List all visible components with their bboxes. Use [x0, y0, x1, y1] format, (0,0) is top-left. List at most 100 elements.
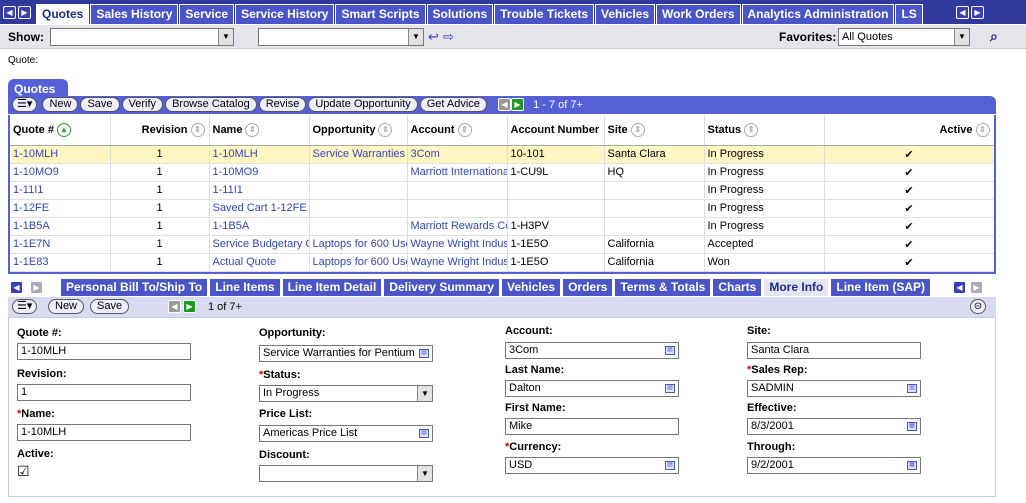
verify-button[interactable]: Verify: [121, 97, 164, 112]
table-row[interactable]: 1-1E83 1 Actual Quote Laptops for 600 Use Wa…: [10, 253, 994, 272]
table-cell[interactable]: 1-11I1: [10, 181, 111, 200]
tab-scroll-right-icon[interactable]: ▶: [30, 281, 43, 294]
tab-scroll-left-icon[interactable]: ◀: [3, 6, 16, 19]
site-field[interactable]: Santa Clara: [747, 342, 921, 359]
detail-tab-orders[interactable]: Orders: [562, 278, 614, 297]
tab-service-history[interactable]: Service History: [235, 4, 335, 24]
column-header-active[interactable]: Active ⇕: [824, 115, 994, 146]
table-cell[interactable]: Laptops for 600 Use: [309, 253, 408, 272]
next-record-icon[interactable]: ▶: [511, 98, 524, 111]
sort-icon[interactable]: ⇕: [190, 122, 205, 137]
column-header-revision[interactable]: Revision ⇕: [110, 115, 210, 146]
go-back-arrow-icon[interactable]: ↩: [428, 29, 439, 45]
discount-select[interactable]: ▼: [259, 465, 433, 482]
currency-field[interactable]: USD ▤: [505, 457, 679, 474]
tab-scroll-left-icon[interactable]: ◀: [10, 281, 23, 294]
table-cell[interactable]: 1-1E83: [10, 253, 111, 272]
show-select[interactable]: ▼: [50, 28, 234, 46]
table-cell[interactable]: [309, 163, 408, 182]
previous-record-icon[interactable]: ◀: [498, 98, 511, 111]
revision-field[interactable]: 1: [17, 384, 191, 401]
column-header-status[interactable]: Status ⇕: [704, 115, 825, 146]
detail-tab-vehicles[interactable]: Vehicles: [501, 278, 562, 297]
menu-button[interactable]: ☰▾: [12, 97, 38, 112]
table-cell[interactable]: Marriott Rewards Co: [407, 217, 508, 236]
table-cell[interactable]: Laptops for 600 Use: [309, 235, 408, 254]
calendar-icon[interactable]: ▦: [907, 461, 917, 470]
account-field[interactable]: 3Com ▤: [505, 342, 679, 359]
table-cell[interactable]: 1-10MO9: [209, 163, 310, 182]
sort-icon[interactable]: ⇕: [245, 122, 260, 137]
table-cell[interactable]: Actual Quote: [209, 253, 310, 272]
tab-quotes[interactable]: Quotes: [36, 4, 90, 24]
show-filter-select[interactable]: ▼: [258, 28, 424, 46]
favorites-select[interactable]: All Quotes ▼: [838, 28, 970, 46]
column-header-quote[interactable]: Quote # ▲: [10, 115, 111, 146]
quote-number-field[interactable]: 1-10MLH: [17, 343, 191, 360]
table-cell[interactable]: Saved Cart 1-12FE: [209, 199, 310, 218]
table-cell[interactable]: [407, 181, 508, 200]
table-cell[interactable]: 1-10MO9: [10, 163, 111, 182]
binoculars-icon[interactable]: ⌕: [990, 28, 998, 45]
picker-icon[interactable]: ▤: [419, 429, 429, 438]
table-cell[interactable]: [309, 199, 408, 218]
last-name-field[interactable]: Dalton ▤: [505, 380, 679, 397]
expand-form-icon[interactable]: ⊝: [970, 299, 986, 314]
table-row[interactable]: 1-1B5A 1 1-1B5A Marriott Rewards Co 1-H3PV In…: [10, 217, 994, 236]
revise-button[interactable]: Revise: [258, 97, 307, 112]
table-cell[interactable]: 1-1E7N: [10, 235, 111, 254]
table-cell[interactable]: [407, 199, 508, 218]
tab-analytics-administration[interactable]: Analytics Administration: [741, 4, 895, 24]
effective-field[interactable]: 8/3/2001 ▦: [747, 418, 921, 435]
update-opportunity-button[interactable]: Update Opportunity: [308, 97, 418, 112]
table-cell[interactable]: 3Com: [407, 145, 508, 164]
table-cell[interactable]: [309, 217, 408, 236]
table-cell[interactable]: 1-10MLH: [209, 145, 310, 164]
table-cell[interactable]: Service Warranties: [309, 145, 408, 164]
browse-catalog-button[interactable]: Browse Catalog: [165, 97, 257, 112]
detail-tab-line-item-sap[interactable]: Line Item (SAP): [830, 278, 932, 297]
detail-tab-line-items[interactable]: Line Items: [209, 278, 281, 297]
picker-icon[interactable]: ▤: [665, 384, 675, 393]
form-save-button[interactable]: Save: [90, 299, 130, 314]
tab-smart-scripts[interactable]: Smart Scripts: [335, 4, 426, 24]
sort-ascending-icon[interactable]: ▲: [56, 122, 71, 137]
tab-ls[interactable]: LS: [895, 4, 923, 24]
tab-service[interactable]: Service: [179, 4, 235, 24]
next-record-icon[interactable]: ▶: [183, 300, 196, 313]
tab-work-orders[interactable]: Work Orders: [656, 4, 741, 24]
tab-scroll-left-end-icon[interactable]: ◀: [956, 6, 969, 19]
table-row[interactable]: 1-12FE 1 Saved Cart 1-12FE In Progress ✔: [10, 199, 994, 218]
form-new-button[interactable]: New: [48, 299, 85, 314]
sort-icon[interactable]: ⇕: [744, 122, 759, 137]
detail-tab-more-info[interactable]: More Info: [763, 278, 830, 297]
new-button[interactable]: New: [42, 97, 79, 112]
table-cell[interactable]: 1-10MLH: [10, 145, 111, 164]
table-cell[interactable]: Marriott Internationa: [407, 163, 508, 182]
column-header-opportunity[interactable]: Opportunity ⇕: [309, 115, 408, 146]
tab-scroll-right-icon[interactable]: ▶: [18, 6, 31, 19]
detail-tab-line-item-detail[interactable]: Line Item Detail: [281, 278, 383, 297]
active-checkbox[interactable]: ☑: [17, 464, 30, 478]
tab-scroll-right-end-icon[interactable]: ▶: [970, 281, 983, 294]
detail-tab-terms-totals[interactable]: Terms & Totals: [614, 278, 712, 297]
tab-scroll-right-end-icon[interactable]: ▶: [971, 6, 984, 19]
table-cell[interactable]: 1-11I1: [209, 181, 310, 200]
column-header-account[interactable]: Account ⇕: [407, 115, 508, 146]
table-cell[interactable]: Wayne Wright Indus: [407, 235, 508, 254]
table-row[interactable]: 1-10MLH 1 1-10MLH Service Warranties 3Com 10-…: [10, 145, 994, 164]
detail-tab-personal-bill-to-ship-to[interactable]: Personal Bill To/Ship To: [60, 278, 209, 297]
column-header-name[interactable]: Name ⇕: [209, 115, 310, 146]
table-row[interactable]: 1-10MO9 1 1-10MO9 Marriott Internationa 1-CU…: [10, 163, 994, 182]
name-field[interactable]: 1-10MLH: [17, 424, 191, 441]
table-cell[interactable]: 1-1B5A: [10, 217, 111, 236]
detail-tab-delivery-summary[interactable]: Delivery Summary: [383, 278, 501, 297]
picker-icon[interactable]: ▤: [907, 384, 917, 393]
tab-solutions[interactable]: Solutions: [426, 4, 494, 24]
save-button[interactable]: Save: [80, 97, 120, 112]
table-row[interactable]: 1-1E7N 1 Service Budgetary Q Laptops for 60…: [10, 235, 994, 254]
form-menu-button[interactable]: ☰▾: [12, 299, 38, 314]
picker-icon[interactable]: ▤: [665, 346, 675, 355]
sort-icon[interactable]: ⇕: [630, 122, 645, 137]
picker-icon[interactable]: ▤: [419, 349, 429, 358]
